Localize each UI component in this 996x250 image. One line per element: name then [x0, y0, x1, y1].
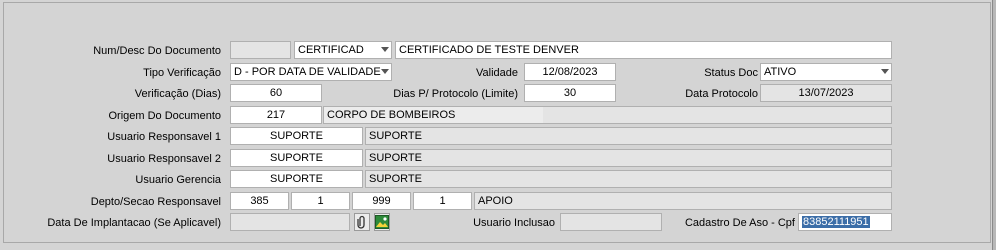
paperclip-icon[interactable] — [354, 213, 370, 231]
num-desc-label: Num/Desc Do Documento — [93, 45, 221, 57]
image-icon[interactable] — [374, 213, 390, 231]
usuario-inclusao-label: Usuario Inclusao — [473, 217, 555, 229]
usuario-responsavel-1-name: SUPORTE — [365, 127, 892, 145]
usuario-gerencia-name: SUPORTE — [365, 170, 892, 188]
data-protocolo-label: Data Protocolo — [685, 88, 758, 100]
usuario-responsavel-2-name: SUPORTE — [365, 149, 892, 167]
verificacao-dias-label: Verificação (Dias) — [134, 88, 221, 100]
depto-field-1[interactable]: 385 — [230, 192, 289, 210]
usuario-inclusao-field — [560, 213, 662, 231]
document-number-field[interactable] — [230, 41, 291, 59]
document-description-field[interactable]: CERTIFICADO DE TESTE DENVER — [395, 41, 892, 59]
usuario-responsavel-2-field[interactable]: SUPORTE — [230, 149, 363, 167]
usuario-gerencia-field[interactable]: SUPORTE — [230, 170, 363, 188]
chevron-down-icon — [381, 47, 389, 52]
dias-protocolo-field[interactable]: 30 — [524, 84, 616, 102]
depto-description: APOIO — [474, 192, 892, 210]
origem-code-field[interactable]: 217 — [230, 106, 322, 124]
data-implantacao-field[interactable] — [230, 213, 350, 231]
depto-field-2[interactable]: 1 — [291, 192, 350, 210]
dias-protocolo-label: Dias P/ Protocolo (Limite) — [393, 88, 518, 100]
cadastro-aso-cpf-field[interactable]: 83852111951 — [798, 213, 892, 231]
document-type-value: CERTIFICAD — [298, 44, 364, 56]
tipo-verificacao-value: D - POR DATA DE VALIDADE — [234, 66, 381, 78]
data-implantacao-label: Data De Implantacao (Se Aplicavel) — [47, 217, 221, 229]
usuario-gerencia-label: Usuario Gerencia — [135, 174, 221, 186]
status-doc-select[interactable]: ATIVO — [760, 63, 892, 81]
validade-label: Validade — [476, 67, 518, 79]
tipo-verificacao-label: Tipo Verificação — [143, 67, 221, 79]
usuario-responsavel-1-label: Usuario Responsavel 1 — [107, 131, 221, 143]
depto-field-3[interactable]: 999 — [352, 192, 411, 210]
validade-field[interactable]: 12/08/2023 — [524, 63, 616, 81]
origem-documento-label: Origem Do Documento — [108, 110, 222, 122]
depto-secao-label: Depto/Secao Responsavel — [90, 196, 221, 208]
chevron-down-icon — [381, 69, 389, 74]
usuario-responsavel-1-field[interactable]: SUPORTE — [230, 127, 363, 145]
tipo-verificacao-select[interactable]: D - POR DATA DE VALIDADE — [230, 63, 392, 81]
data-protocolo-field: 13/07/2023 — [760, 84, 892, 102]
verificacao-dias-field[interactable]: 60 — [230, 84, 322, 102]
chevron-down-icon — [881, 69, 889, 74]
depto-field-4[interactable]: 1 — [413, 192, 472, 210]
cpf-selected-text: 83852111951 — [802, 216, 870, 228]
status-doc-value: ATIVO — [764, 66, 797, 78]
cadastro-aso-label: Cadastro De Aso - Cpf — [684, 217, 795, 229]
status-doc-label: Status Doc — [704, 67, 758, 79]
document-type-select[interactable]: CERTIFICAD — [294, 41, 392, 59]
origem-description-field: CORPO DE BOMBEIROS — [323, 106, 892, 124]
usuario-responsavel-2-label: Usuario Responsavel 2 — [107, 153, 221, 165]
window-right-edge — [992, 0, 996, 250]
